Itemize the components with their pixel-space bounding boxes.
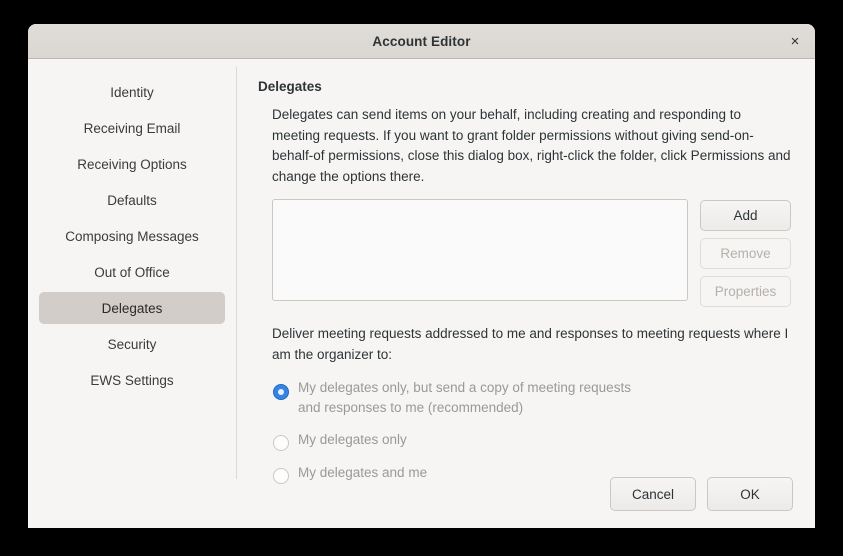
delivery-options-label: Deliver meeting requests addressed to me… <box>258 324 791 365</box>
delivery-option-2: My delegates only <box>258 425 791 451</box>
radio-unselected-icon <box>273 435 289 451</box>
delegates-list-row: Add Remove Properties <box>258 199 791 307</box>
dialog-body: Identity Receiving Email Receiving Options… <box>28 59 815 466</box>
sidebar-item-identity[interactable]: Identity <box>39 76 225 108</box>
delivery-option-line2: and responses to me (recommended) <box>298 400 523 415</box>
add-button[interactable]: Add <box>700 200 791 231</box>
button-label: Add <box>733 208 757 223</box>
settings-sidebar: Identity Receiving Email Receiving Options… <box>28 59 236 466</box>
delivery-option-1: My delegates only, but send a copy of me… <box>258 373 791 418</box>
sidebar-item-label: Identity <box>110 85 154 100</box>
sidebar-item-label: Defaults <box>107 193 157 208</box>
sidebar-item-label: Receiving Email <box>84 121 181 136</box>
remove-button: Remove <box>700 238 791 269</box>
title-bar: Account Editor × <box>28 24 815 59</box>
sidebar-item-label: Security <box>108 337 157 352</box>
sidebar-item-receiving-email[interactable]: Receiving Email <box>39 112 225 144</box>
sidebar-item-ews-settings[interactable]: EWS Settings <box>39 364 225 396</box>
sidebar-separator <box>236 67 237 479</box>
sidebar-item-label: Composing Messages <box>65 229 199 244</box>
delivery-option-label: My delegates only <box>298 425 407 450</box>
properties-button: Properties <box>700 276 791 307</box>
sidebar-item-defaults[interactable]: Defaults <box>39 184 225 216</box>
button-label: Properties <box>715 284 777 299</box>
delegates-listbox[interactable] <box>272 199 688 301</box>
sidebar-item-delegates[interactable]: Delegates <box>39 292 225 324</box>
sidebar-item-security[interactable]: Security <box>39 328 225 360</box>
delivery-option-3: My delegates and me <box>258 458 791 484</box>
delivery-option-label: My delegates only, but send a copy of me… <box>298 373 631 418</box>
account-editor-dialog: Account Editor × Identity Receiving Email… <box>28 24 815 528</box>
delegate-action-buttons: Add Remove Properties <box>700 199 791 307</box>
delivery-options-radio-group: My delegates only, but send a copy of me… <box>258 373 791 484</box>
sidebar-item-label: Delegates <box>102 301 163 316</box>
button-label: Remove <box>720 246 770 261</box>
sidebar-item-label: Out of Office <box>94 265 170 280</box>
delegates-description: Delegates can send items on your behalf,… <box>258 105 791 187</box>
delivery-option-line1: My delegates only, but send a copy of me… <box>298 380 631 395</box>
sidebar-item-label: Receiving Options <box>77 157 187 172</box>
sidebar-item-composing-messages[interactable]: Composing Messages <box>39 220 225 252</box>
sidebar-item-receiving-options[interactable]: Receiving Options <box>39 148 225 180</box>
sidebar-item-list: Identity Receiving Email Receiving Options… <box>28 76 236 396</box>
close-icon[interactable]: × <box>783 29 807 53</box>
window-title: Account Editor <box>372 34 470 49</box>
delivery-option-label: My delegates and me <box>298 458 427 483</box>
radio-selected-icon <box>273 384 289 400</box>
delegates-panel: Delegates Delegates can send items on yo… <box>236 59 815 466</box>
radio-unselected-icon <box>273 468 289 484</box>
sidebar-item-label: EWS Settings <box>90 373 173 388</box>
delivery-option-line1: My delegates and me <box>298 465 427 480</box>
delivery-option-line1: My delegates only <box>298 432 407 447</box>
page-title: Delegates <box>258 79 791 94</box>
sidebar-item-out-of-office[interactable]: Out of Office <box>39 256 225 288</box>
